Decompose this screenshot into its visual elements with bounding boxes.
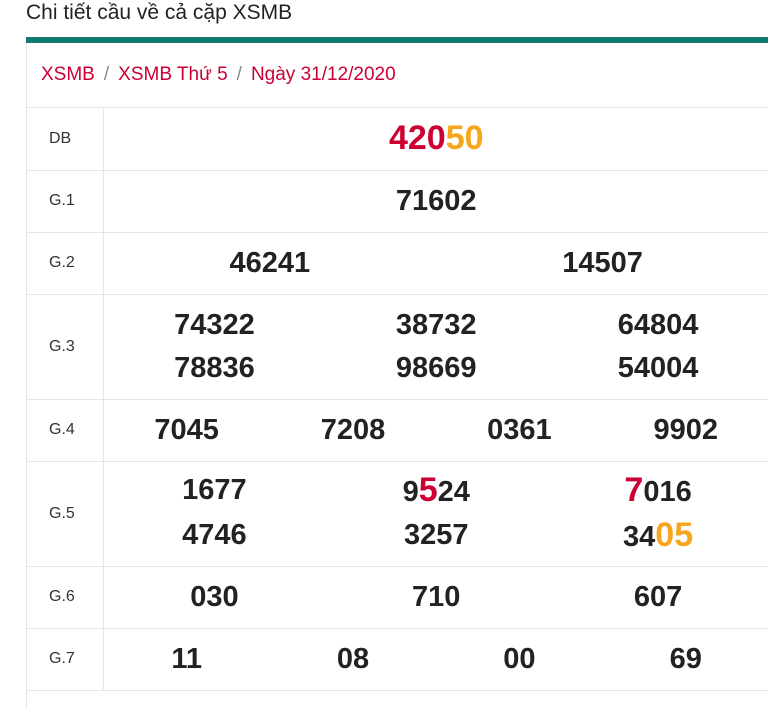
prize-number: 607 [633, 580, 683, 613]
breadcrumb-separator: / [103, 64, 110, 85]
prize-label-g6: G.6 [27, 566, 104, 629]
number-part: 016 [643, 475, 692, 508]
number-part: 34 [623, 520, 656, 553]
highlight-digit-red: 5 [418, 470, 438, 509]
prize-number-highlighted: 9524 [325, 469, 547, 514]
page-title: Chi tiết cầu về cả cặp XSMB [26, 1, 293, 24]
results-panel: XSMB / XSMB Thứ 5 / Ngày 31/12/2020 DB 4… [26, 43, 768, 709]
prize-number: 3257 [403, 518, 469, 551]
breadcrumb: XSMB / XSMB Thứ 5 / Ngày 31/12/2020 [27, 43, 768, 108]
prize-label-g5: G.5 [27, 461, 104, 567]
prize-row-g3: G.3 74322 38732 64804 78836 98669 54004 [27, 294, 768, 400]
prize-number: 710 [412, 580, 461, 613]
results-table: DB 42050 G.1 71602 G.2 46241 14507 G.3 7… [27, 108, 768, 691]
prize-number: 46241 [229, 246, 311, 279]
prize-number: 7208 [320, 413, 386, 446]
prize-number: 030 [190, 580, 239, 613]
prize-number: 0361 [487, 413, 552, 446]
prize-number: 00 [503, 642, 536, 675]
prize-number: 54004 [617, 351, 699, 384]
prize-number: 14507 [562, 246, 643, 279]
breadcrumb-date-link[interactable]: Ngày 31/12/2020 [251, 64, 396, 86]
prize-number: 11 [171, 642, 203, 675]
prize-number-highlighted: 7016 [547, 469, 768, 514]
prize-number: 78836 [174, 351, 255, 384]
prize-label-g4: G.4 [27, 399, 104, 462]
prize-number: 64804 [617, 308, 699, 341]
highlight-digit-red: 7 [624, 470, 644, 509]
prize-number: 9902 [653, 413, 719, 446]
prize-number: 4746 [182, 518, 247, 551]
prize-row-g4: G.4 7045 7208 0361 9902 [27, 399, 768, 462]
number-part: 9 [402, 475, 419, 508]
prize-label-g3: G.3 [27, 294, 104, 400]
prize-label-g7: G.7 [27, 628, 104, 691]
prize-label-db: DB [27, 108, 104, 171]
breadcrumb-thu5-link[interactable]: XSMB Thứ 5 [118, 64, 228, 86]
prize-number: 38732 [395, 308, 477, 341]
prize-number: 71602 [395, 184, 477, 217]
db-number-part-red: 420 [388, 119, 446, 158]
prize-number: 08 [336, 642, 370, 675]
prize-row-g6: G.6 030 710 607 [27, 566, 768, 629]
number-part: 24 [437, 475, 470, 508]
prize-row-g7: G.7 11 08 00 69 [27, 628, 768, 691]
breadcrumb-xsmb-link[interactable]: XSMB [41, 64, 95, 86]
prize-row-g1: G.1 71602 [27, 170, 768, 233]
prize-number: 98669 [395, 351, 477, 384]
prize-db-number: 42050 [104, 117, 768, 160]
prize-label-g1: G.1 [27, 170, 104, 233]
breadcrumb-separator: / [236, 64, 242, 85]
highlight-digit-orange: 05 [655, 515, 694, 554]
prize-row-g2: G.2 46241 14507 [27, 232, 768, 295]
prize-number: 69 [669, 642, 702, 675]
db-number-part-orange: 50 [445, 119, 484, 158]
prize-row-db: DB 42050 [27, 108, 768, 171]
prize-row-g5: G.5 1677 9524 7016 4746 3257 3405 [27, 461, 768, 567]
prize-label-g2: G.2 [27, 232, 104, 295]
prize-number: 74322 [174, 308, 255, 341]
prize-number-highlighted: 3405 [547, 514, 768, 559]
prize-number: 7045 [154, 413, 219, 446]
prize-number: 1677 [182, 473, 247, 506]
